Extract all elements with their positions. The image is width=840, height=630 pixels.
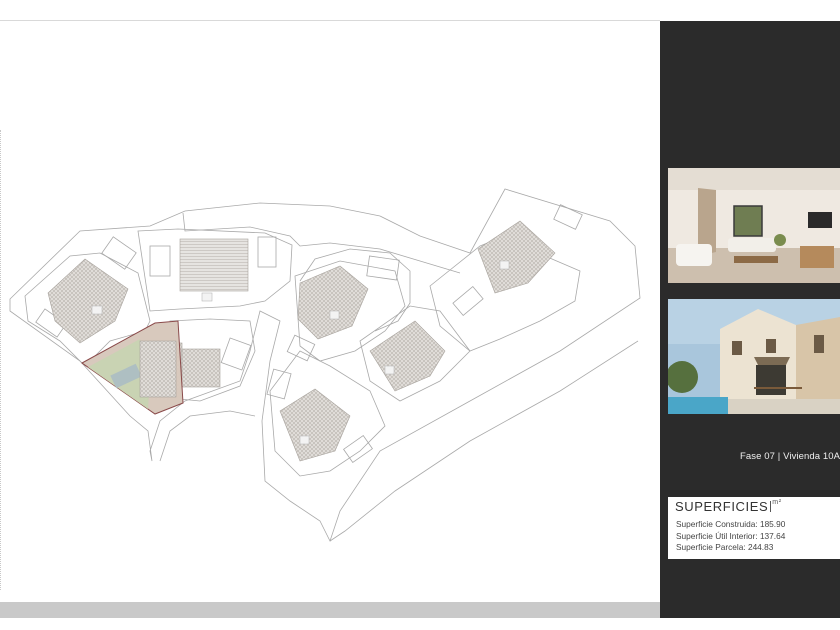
superficie-label: Superficie Parcela: <box>676 542 746 552</box>
superficies-title: SUPERFICIES m² <box>675 499 782 514</box>
superficie-value: 244.83 <box>747 542 774 552</box>
superficies-unit: m² <box>772 499 782 506</box>
superficie-label: Superficie Construida: <box>676 519 758 529</box>
phase-label: Fase 07 <box>740 451 776 462</box>
superficie-label: Superficie Útil Interior: <box>676 530 758 541</box>
superficie-value: 137.64 <box>759 530 786 541</box>
superficie-row: Superficie Construida: 185.90 <box>676 519 785 531</box>
superficie-row: Superficie Parcela: 244.83 <box>676 542 785 554</box>
photo-caption: Fase 07 | Vivienda 10A <box>740 451 840 462</box>
bottom-band <box>0 602 660 618</box>
superficie-value: 185.90 <box>759 519 786 529</box>
side-note-text <box>0 130 5 590</box>
superficie-row: Superficie Útil Interior: 137.64 <box>676 531 785 543</box>
caption-separator: | <box>777 451 781 462</box>
exterior-photo <box>668 299 840 414</box>
interior-photo <box>668 168 840 283</box>
unit-label: Vivienda 10A <box>783 451 840 462</box>
superficies-box: SUPERFICIES m² Superficie Construida: 185… <box>668 497 840 559</box>
info-panel: Fase 07 | Vivienda 10A SUPERFICIES m² Sup… <box>660 21 840 618</box>
superficies-rows: Superficie Construida: 185.90 Superficie… <box>676 519 785 554</box>
site-plan <box>9 188 641 543</box>
